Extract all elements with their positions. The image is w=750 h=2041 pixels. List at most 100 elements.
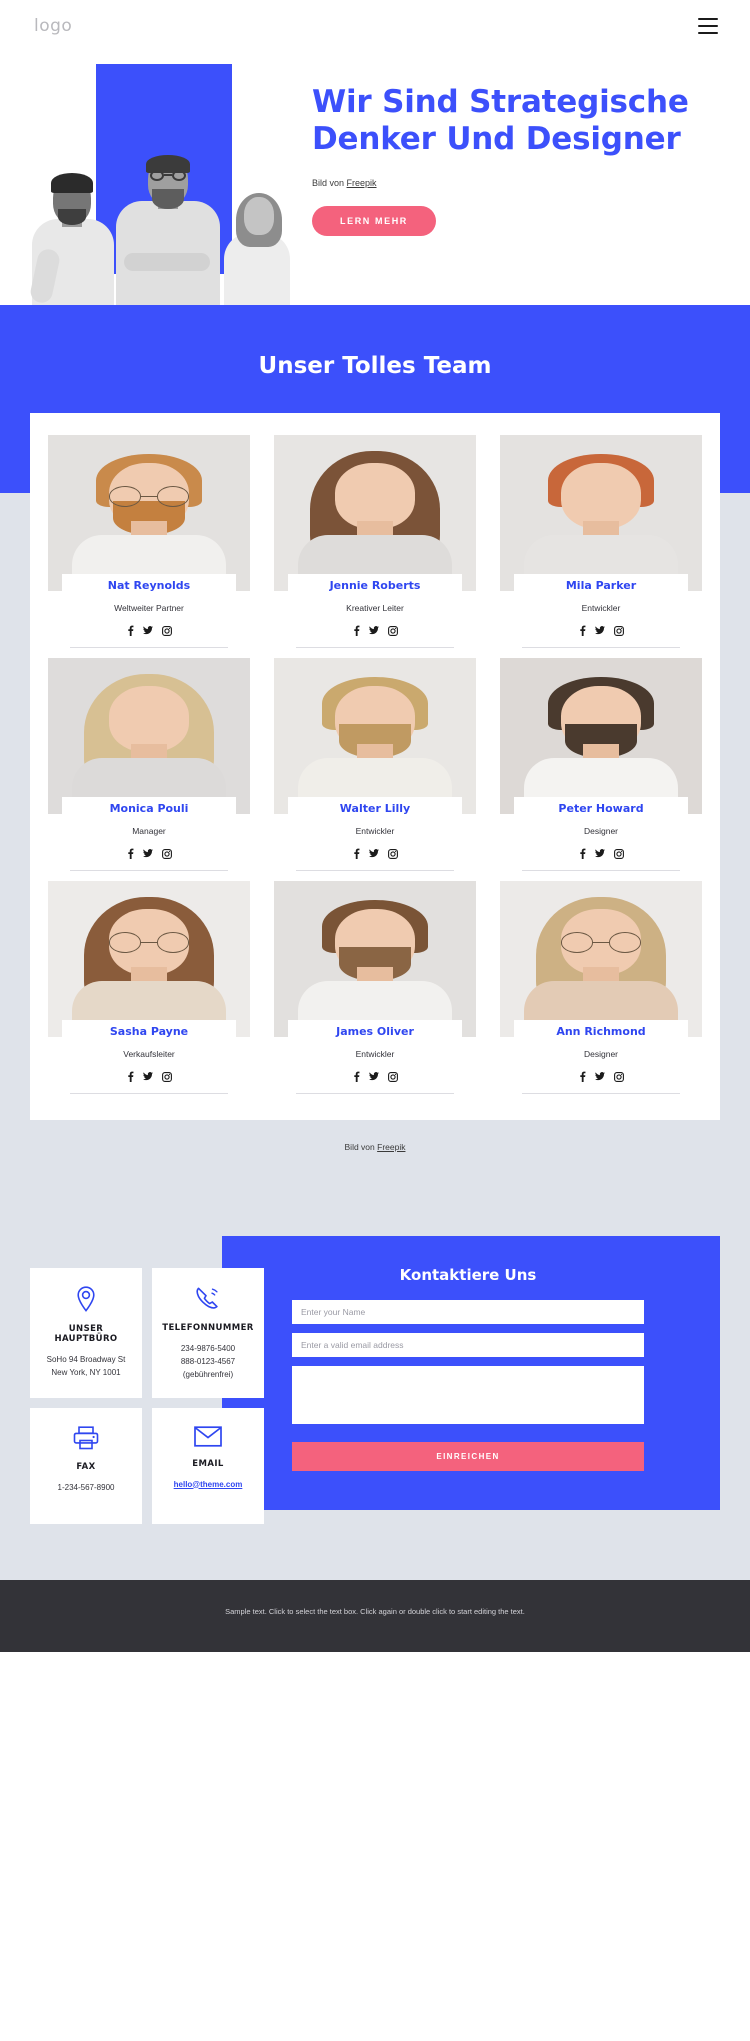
member-name: Ann Richmond: [556, 1025, 646, 1038]
team-member-card: James Oliver Entwickler: [274, 881, 476, 1094]
team-heading: Unser Tolles Team: [258, 353, 492, 379]
member-name: James Oliver: [336, 1025, 414, 1038]
hero-content: Wir Sind Strategische Denker Und Designe…: [312, 84, 712, 237]
member-name-plate: Ann Richmond: [514, 1020, 688, 1041]
facebook-icon[interactable]: [127, 848, 134, 859]
team-member-card: Sasha Payne Verkaufsleiter: [48, 881, 250, 1094]
contact-info-line: SoHo 94 Broadway St: [46, 1355, 126, 1364]
contact-info-title: TELEFONNUMMER: [162, 1323, 254, 1333]
phone-icon: [160, 1286, 256, 1311]
contact-info-title: UNSER HAUPTBÜRO: [54, 1324, 118, 1344]
twitter-icon[interactable]: [142, 1072, 153, 1081]
member-name: Sasha Payne: [109, 1025, 189, 1038]
contact-form: Kontaktiere Uns EINREICHEN: [292, 1266, 644, 1471]
instagram-icon[interactable]: [613, 848, 624, 859]
member-divider: [522, 647, 680, 648]
member-name-plate: James Oliver: [288, 1020, 462, 1041]
member-name-plate: Mila Parker: [514, 574, 688, 595]
member-role: Entwickler: [355, 1049, 395, 1059]
instagram-icon[interactable]: [387, 1071, 398, 1082]
email-input[interactable]: [292, 1333, 644, 1357]
hero-credit-prefix: Bild von: [312, 178, 347, 189]
member-name: Peter Howard: [558, 802, 644, 815]
facebook-icon[interactable]: [353, 625, 360, 636]
member-divider: [522, 1093, 680, 1094]
member-name-plate: Peter Howard: [514, 797, 688, 818]
logo[interactable]: logo: [34, 16, 72, 36]
learn-more-button[interactable]: LERN MEHR: [312, 206, 436, 237]
instagram-icon[interactable]: [161, 1071, 172, 1082]
member-divider: [70, 647, 228, 648]
location-pin-icon: [38, 1286, 134, 1312]
member-divider: [70, 1093, 228, 1094]
facebook-icon[interactable]: [579, 848, 586, 859]
contact-info-grid: UNSER HAUPTBÜRO SoHo 94 Broadway St New Y…: [30, 1268, 264, 1524]
twitter-icon[interactable]: [368, 626, 379, 635]
facebook-icon[interactable]: [127, 1071, 134, 1082]
hero-image-credit: Bild von Freepik: [312, 178, 712, 188]
member-photo: [500, 658, 702, 814]
facebook-icon[interactable]: [353, 848, 360, 859]
email-link[interactable]: hello@theme.com: [174, 1480, 243, 1489]
twitter-icon[interactable]: [594, 1072, 605, 1081]
member-photo: [500, 881, 702, 1037]
contact-info-title: EMAIL: [192, 1458, 224, 1469]
member-name: Walter Lilly: [339, 802, 411, 815]
member-role: Entwickler: [581, 603, 621, 613]
team-member-card: Peter Howard Designer: [500, 658, 702, 871]
member-role: Designer: [583, 1049, 619, 1059]
instagram-icon[interactable]: [387, 625, 398, 636]
member-social-links: [127, 848, 172, 859]
member-divider: [522, 870, 680, 871]
member-name: Nat Reynolds: [107, 579, 191, 592]
name-input[interactable]: [292, 1300, 644, 1324]
team-section: Unser Tolles Team Nat Reynolds Weltweite…: [0, 305, 750, 1196]
facebook-icon[interactable]: [579, 625, 586, 636]
hero-title: Wir Sind Strategische Denker Und Designe…: [312, 84, 689, 157]
twitter-icon[interactable]: [594, 849, 605, 858]
team-grid: Nat Reynolds Weltweiter Partner Jennie R…: [48, 435, 702, 1094]
twitter-icon[interactable]: [142, 626, 153, 635]
facebook-icon[interactable]: [353, 1071, 360, 1082]
member-photo: [274, 435, 476, 591]
instagram-icon[interactable]: [387, 848, 398, 859]
message-textarea[interactable]: [292, 1366, 644, 1424]
facebook-icon[interactable]: [579, 1071, 586, 1082]
submit-button[interactable]: EINREICHEN: [292, 1442, 644, 1471]
twitter-icon[interactable]: [368, 849, 379, 858]
twitter-icon[interactable]: [368, 1072, 379, 1081]
member-name-plate: Monica Pouli: [62, 797, 236, 818]
contact-section: UNSER HAUPTBÜRO SoHo 94 Broadway St New Y…: [0, 1196, 750, 1580]
hero-person-right: [218, 179, 296, 305]
instagram-icon[interactable]: [161, 848, 172, 859]
contact-info-card: UNSER HAUPTBÜRO SoHo 94 Broadway St New Y…: [30, 1268, 142, 1398]
instagram-icon[interactable]: [161, 625, 172, 636]
hero-person-center: [114, 129, 222, 305]
member-social-links: [127, 625, 172, 636]
hamburger-menu-icon[interactable]: [698, 18, 718, 34]
team-member-card: Walter Lilly Entwickler: [274, 658, 476, 871]
instagram-icon[interactable]: [613, 1071, 624, 1082]
instagram-icon[interactable]: [613, 625, 624, 636]
site-footer: Sample text. Click to select the text bo…: [0, 1579, 750, 1653]
team-credit-link[interactable]: Freepik: [377, 1142, 405, 1152]
team-member-card: Jennie Roberts Kreativer Leiter: [274, 435, 476, 648]
member-social-links: [353, 625, 398, 636]
twitter-icon[interactable]: [142, 849, 153, 858]
contact-info-line: New York, NY 1001: [51, 1368, 121, 1378]
contact-info-card: FAX 1-234-567-8900: [30, 1407, 142, 1524]
hero-credit-link[interactable]: Freepik: [347, 178, 377, 188]
member-social-links: [579, 848, 624, 859]
member-social-links: [127, 1071, 172, 1082]
facebook-icon[interactable]: [127, 625, 134, 636]
envelope-icon: [160, 1425, 256, 1447]
member-divider: [296, 1093, 454, 1094]
member-role: Entwickler: [355, 826, 395, 836]
member-role: Manager: [132, 826, 166, 836]
twitter-icon[interactable]: [594, 626, 605, 635]
contact-info-title: FAX: [76, 1461, 96, 1472]
contact-info-lines: SoHo 94 Broadway St New York, NY 1001: [38, 1353, 134, 1379]
member-photo: [274, 881, 476, 1037]
footer-text: Sample text. Click to select the text bo…: [225, 1606, 525, 1616]
member-social-links: [353, 1071, 398, 1082]
